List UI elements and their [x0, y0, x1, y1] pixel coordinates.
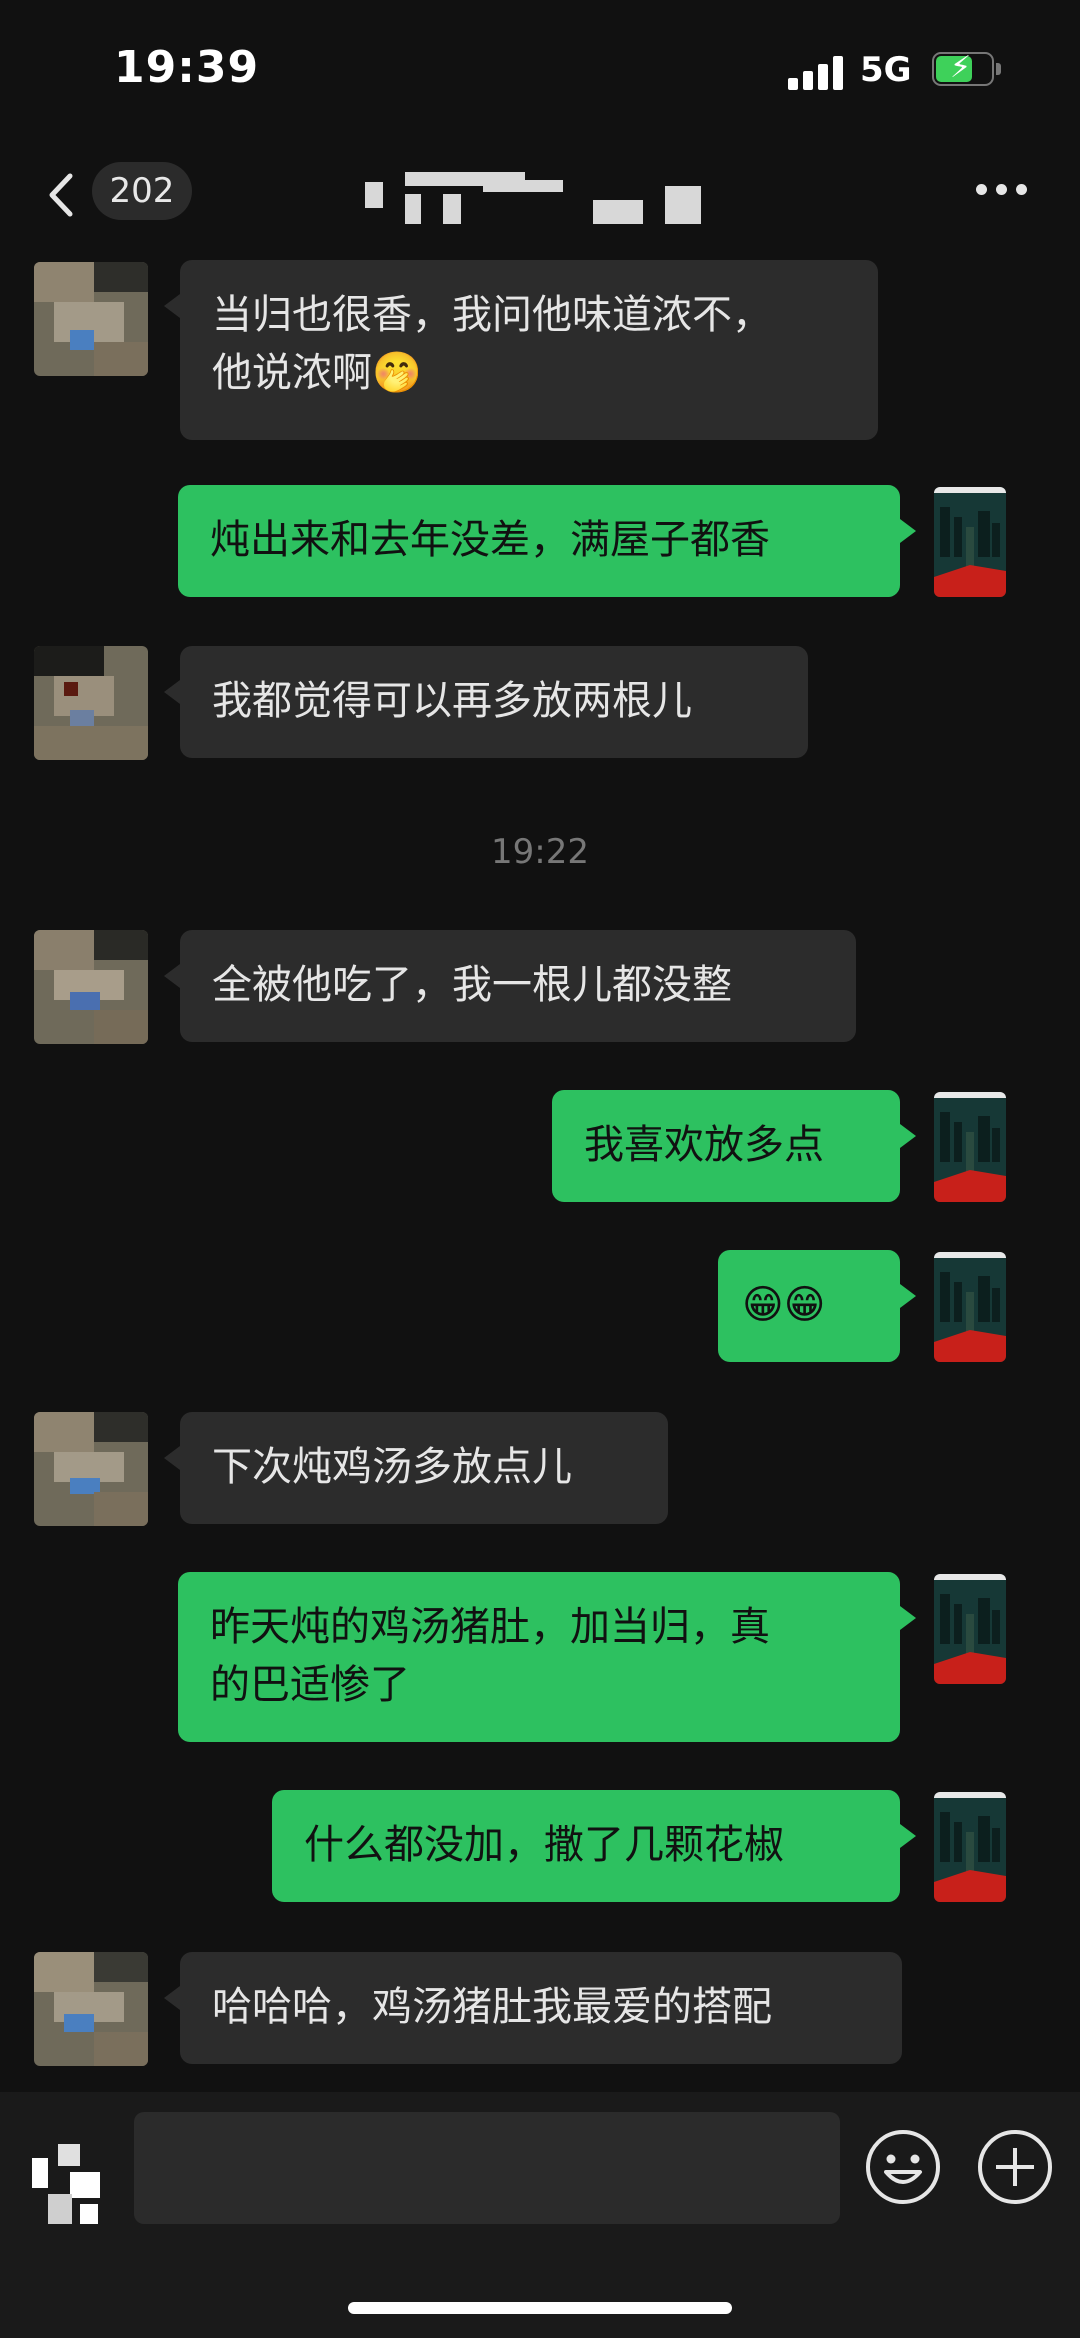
message-bubble-sent[interactable]: 😁😁 [718, 1250, 916, 1362]
message-bubble-received[interactable]: 哈哈哈，鸡汤猪肚我最爱的搭配 [164, 1952, 902, 2064]
my-avatar[interactable] [934, 487, 1006, 597]
status-bar: 19:39 5G ⚡ [0, 0, 1080, 140]
network-type: 5G [860, 50, 912, 90]
contact-avatar[interactable] [34, 1412, 148, 1526]
message-bubble-sent[interactable]: 昨天炖的鸡汤猪肚，加当归，真 的巴适惨了 [178, 1572, 916, 1742]
message-bubble-sent[interactable]: 炖出来和去年没差，满屋子都香 [178, 485, 916, 597]
my-avatar[interactable] [934, 1252, 1006, 1362]
emoji-icon[interactable] [864, 2128, 942, 2206]
message-bubble-received[interactable]: 全被他吃了，我一根儿都没整 [164, 930, 856, 1042]
message-bubble-received[interactable]: 下次炖鸡汤多放点儿 [164, 1412, 668, 1524]
home-indicator[interactable] [348, 2302, 732, 2314]
chat-timestamp: 19:22 [491, 832, 589, 872]
message-bubble-sent[interactable]: 什么都没加，撒了几颗花椒 [272, 1790, 916, 1902]
my-avatar[interactable] [934, 1092, 1006, 1202]
add-icon[interactable] [976, 2128, 1054, 2206]
contact-avatar[interactable] [34, 1952, 148, 2066]
contact-avatar[interactable] [34, 930, 148, 1044]
contact-avatar[interactable] [34, 646, 148, 760]
unread-count-badge[interactable]: 202 [92, 162, 192, 220]
my-avatar[interactable] [934, 1574, 1006, 1684]
voice-icon[interactable] [28, 2138, 118, 2228]
message-bubble-sent[interactable]: 我喜欢放多点 [552, 1090, 916, 1202]
more-icon[interactable] [976, 184, 1030, 198]
battery-icon: ⚡ [932, 50, 1002, 88]
signal-icon [788, 56, 848, 90]
message-bubble-received[interactable]: 我都觉得可以再多放两根儿 [164, 646, 808, 758]
my-avatar[interactable] [934, 1792, 1006, 1902]
message-input[interactable] [134, 2112, 840, 2224]
chat-title-redacted [365, 172, 745, 224]
message-bubble-received[interactable]: 当归也很香，我问他味道浓不， 他说浓啊🤭 [164, 260, 878, 440]
status-time: 19:39 [114, 42, 260, 93]
back-icon[interactable] [42, 170, 82, 220]
contact-avatar[interactable] [34, 262, 148, 376]
